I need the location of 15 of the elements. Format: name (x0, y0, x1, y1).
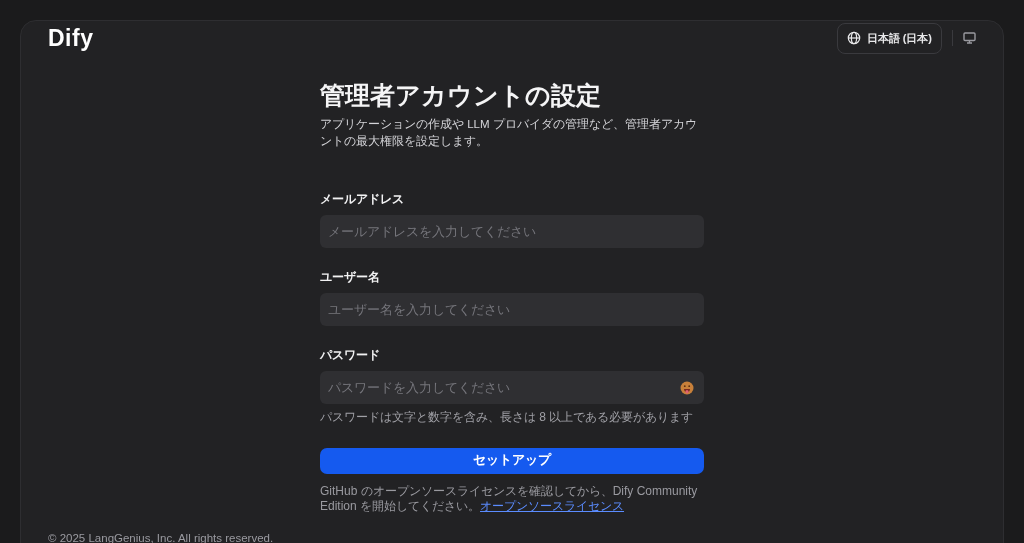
logo: Dify (48, 24, 94, 53)
password-hint: パスワードは文字と数字を含み、長さは 8 以上である必要があります (320, 408, 695, 426)
license-notice: GitHub のオープンソースライセンスを確認してから、Dify Community Edition を開始してください。オープンソースライセンス (320, 483, 699, 514)
monitor-icon[interactable] (963, 32, 976, 45)
globe-icon (846, 31, 861, 46)
field-label: ユーザー名 (320, 268, 380, 286)
description: アプリケーションの作成や LLM プロバイダの管理など、管理者アカウントの最大権限を設定します。 (320, 116, 698, 149)
language-button[interactable]: 日本語 (日本) (836, 23, 942, 54)
setup-button[interactable]: セットアップ (320, 447, 704, 474)
field-label: メールアドレス (320, 190, 404, 208)
field-label: パスワード (320, 346, 380, 364)
page-title: 管理者アカウントの設定 (320, 79, 602, 110)
copyright-text: © 2025 LangGenius, Inc. All rights reserved. (48, 530, 275, 543)
emoji-toggle-icon[interactable] (680, 380, 694, 395)
license-link[interactable]: オープンソースライセンス (480, 498, 625, 513)
